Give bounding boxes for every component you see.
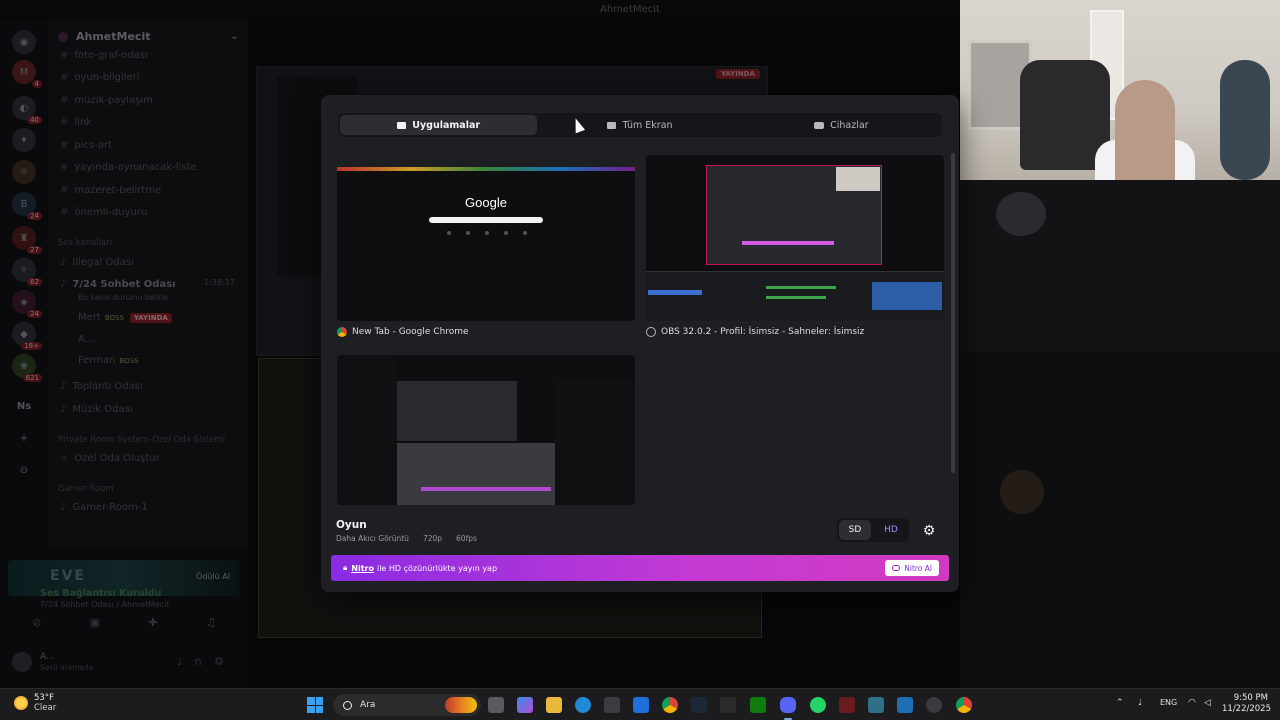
get-nitro-button[interactable]: Nitro Al [885,560,939,576]
screen-share-picker: Uygulamalar Tüm Ekran Cihazlar Google Ne… [321,95,959,592]
obs-progress [742,241,834,245]
quality-details: Daha Akıcı Görüntü 720p 60fps [336,534,477,543]
epic-games-icon[interactable] [720,697,736,713]
game-window [397,381,517,441]
xbox-icon[interactable] [750,697,766,713]
desktop: ◉ M4 ◐ 40 ✦ ☼ B 24 ♜ 27 ✧ 62 ◈ 24 ◆ 18+ ❀ 621 N… [0,0,1280,720]
tab-label: Cihazlar [830,119,869,131]
copilot-icon[interactable] [517,697,533,713]
taskbar-search[interactable]: Ara [333,694,481,716]
nitro-message: ile HD çözünürlükte yayın yap [376,563,498,573]
start-button[interactable] [307,697,323,713]
chrome-icon [337,327,347,337]
source-title: New Tab - Google Chrome [352,327,469,337]
whatsapp-icon[interactable] [810,697,826,713]
quality-fps: 60fps [456,534,477,543]
chrome-icon[interactable] [956,697,972,713]
quality-resolution: 720p [422,534,443,543]
camera-icon [814,121,825,129]
quality-preset-title: Oyun [336,519,367,531]
nitro-icon [892,565,901,571]
webcam-person [1115,80,1175,180]
tab-applications[interactable]: Uygulamalar [340,115,538,135]
clock-time: 9:50 PM [1233,693,1268,703]
edge-icon[interactable] [575,697,591,713]
obs-audio-meter [766,286,836,289]
monitor-icon [607,121,617,129]
obs-docks [646,271,944,321]
tab-devices[interactable]: Cihazlar [743,115,940,135]
steam-icon[interactable] [691,697,707,713]
system-clock[interactable]: 9:50 PM 11/22/2025 [1222,693,1271,715]
avatar [996,192,1046,236]
wifi-icon[interactable]: ◠ [1188,698,1196,708]
lock-icon: 🔒︎ [343,563,348,572]
obs-scene-selected [648,290,702,295]
resolution-toggle: SD HD [837,518,909,542]
weather-widget[interactable]: 53°F Clear [14,693,56,713]
weather-condition: Clear [34,703,57,713]
weather-temp: 53°F [34,693,54,703]
language-indicator[interactable]: ENG [1160,698,1177,707]
game-window [397,443,555,505]
app-icon[interactable] [839,697,855,713]
nitro-link[interactable]: Nitro [351,564,374,573]
webcam-lamp [1220,60,1270,180]
obs-webcam-source [836,167,880,191]
file-explorer-icon[interactable] [546,697,562,713]
webcam-feed[interactable] [960,0,1280,180]
obs-icon[interactable] [926,697,942,713]
outlook-icon[interactable] [633,697,649,713]
search-highlight-image [445,697,477,713]
store-icon[interactable] [604,697,620,713]
source-label: New Tab - Google Chrome [337,327,469,337]
quality-smooth: Daha Akıcı Görüntü [336,534,409,543]
avatar [1000,470,1044,514]
obs-audio-meter [766,296,826,299]
microphone-icon[interactable]: ♩ [1138,698,1142,708]
task-view-icon[interactable] [488,697,504,713]
tray-overflow-icon[interactable]: ⌃ [1116,698,1124,708]
taskbar: 53°F Clear Ara ⌃ ♩ ENG ◠ ◁ 9:50 PM 11/22… [0,688,1280,720]
obs-icon [646,327,656,337]
participant-tile[interactable] [960,352,1280,688]
source-grid: Google New Tab - Google Chrome OBS 32.0.… [336,153,950,545]
nitro-upsell-banner: 🔒︎ Nitro ile HD çözünürlükte yayın yap N… [331,555,949,581]
clock-date: 11/22/2025 [1222,704,1271,714]
google-logo: Google [465,195,507,210]
tab-entire-screen[interactable]: Tüm Ekran [541,115,738,135]
source-thumbnail-obs[interactable] [646,155,944,321]
nitro-banner-text: 🔒︎ Nitro ile HD çözünürlükte yayın yap [343,563,497,573]
google-shortcuts [447,231,527,235]
source-thumbnail-chrome[interactable]: Google [337,155,635,321]
discord-icon[interactable] [780,697,796,713]
source-title: OBS 32.0.2 - Profil: İsimsiz - Sahneler:… [661,327,865,337]
chrome-tabbar [337,155,635,167]
window-icon [397,121,407,129]
google-search-bar [429,217,543,223]
tab-label: Tüm Ekran [622,119,673,131]
source-thumbnail-game[interactable] [337,355,635,505]
source-tabs: Uygulamalar Tüm Ekran Cihazlar [338,113,942,137]
game-sidebar [337,355,397,505]
get-nitro-label: Nitro Al [904,563,932,573]
resolution-hd-option[interactable]: HD [875,520,907,540]
chrome-icon[interactable] [662,697,678,713]
scrollbar[interactable] [951,153,955,473]
search-placeholder: Ara [360,700,376,710]
source-label: OBS 32.0.2 - Profil: İsimsiz - Sahneler:… [646,327,864,337]
obs-controls [872,282,942,310]
chrome-theme-stripe [337,167,635,171]
volume-icon[interactable]: ◁ [1204,698,1211,708]
game-panel [555,381,635,505]
resolution-sd-option[interactable]: SD [839,520,871,540]
game-progress [421,487,551,491]
stream-settings-gear-icon[interactable]: ⚙ [919,521,939,541]
tab-label: Uygulamalar [412,119,481,131]
weather-icon [14,696,28,710]
search-icon [343,700,352,710]
app-icon[interactable] [868,697,884,713]
calculator-icon[interactable] [897,697,913,713]
